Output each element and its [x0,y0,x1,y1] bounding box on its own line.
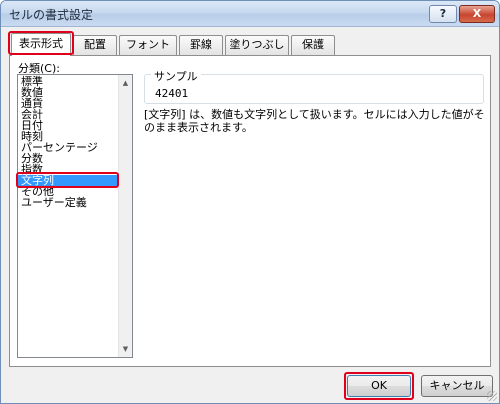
title-bar: セルの書式設定 ? X [1,1,499,27]
sample-value: 42401 [155,87,189,100]
cancel-button[interactable]: キャンセル [421,375,493,397]
help-button[interactable]: ? [429,5,457,23]
tab-protection[interactable]: 保護 [291,35,335,55]
tab-font[interactable]: フォント [119,35,177,55]
resize-grip-icon[interactable] [487,391,497,401]
tab-alignment[interactable]: 配置 [73,35,117,55]
tab-border[interactable]: 罫線 [179,35,223,55]
tab-strip: 表示形式 配置 フォント 罫線 塗りつぶし 保護 [9,33,489,56]
category-listbox[interactable]: 標準 数値 通貨 会計 日付 時刻 パーセンテージ 分数 指数 文字列 その他 … [17,74,133,358]
format-description: [文字列] は、数値も文字列として扱います。セルには入力した値がそのまま表示され… [144,108,485,134]
sample-legend: サンプル [151,68,201,84]
tab-number-format[interactable]: 表示形式 [11,33,71,56]
tab-panel: 分類(C): 標準 数値 通貨 会計 日付 時刻 パーセンテージ 分数 指数 文… [9,55,491,367]
ok-button[interactable]: OK [347,375,411,397]
dialog-title: セルの書式設定 [9,8,94,22]
sample-group: サンプル 42401 [144,68,484,104]
tab-fill[interactable]: 塗りつぶし [225,35,289,55]
scroll-up-icon[interactable]: ▲ [119,77,132,89]
format-cells-dialog: セルの書式設定 ? X 表示形式 配置 フォント 罫線 塗りつぶし 保護 分類(… [0,0,500,404]
list-item[interactable]: ユーザー定義 [18,197,118,208]
close-button[interactable]: X [459,5,495,23]
category-scrollbar[interactable]: ▲ ▼ [118,75,132,357]
scroll-down-icon[interactable]: ▼ [119,343,132,355]
